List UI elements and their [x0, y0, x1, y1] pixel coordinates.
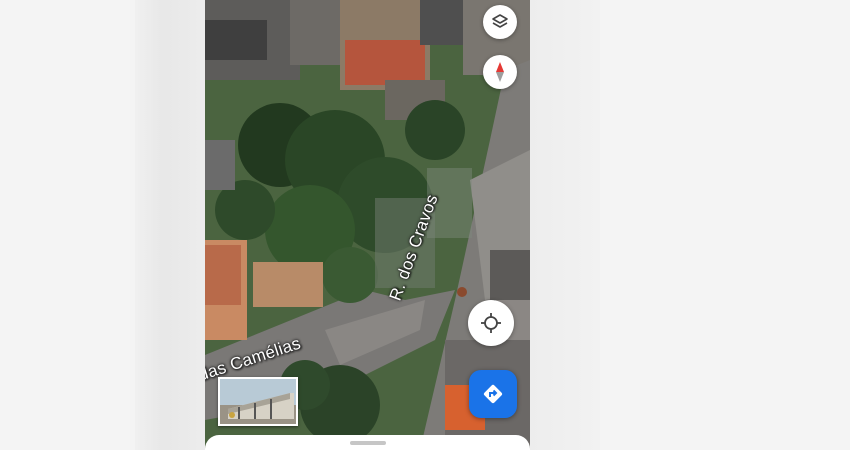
- directions-button[interactable]: [469, 370, 517, 418]
- layers-icon: [492, 14, 508, 28]
- compass-icon: [496, 62, 504, 82]
- background-blur-right: [530, 0, 600, 450]
- directions-icon: [483, 384, 503, 404]
- street-view-thumbnail[interactable]: [218, 377, 298, 426]
- bottom-sheet[interactable]: [205, 435, 530, 450]
- compass-button[interactable]: [483, 55, 517, 89]
- background-blur-left: [135, 0, 205, 450]
- street-view-image: [220, 379, 296, 424]
- layers-button[interactable]: [483, 5, 517, 39]
- crosshair-icon: [481, 313, 501, 333]
- satellite-map[interactable]: R. dos Cravos das Camélias: [205, 0, 530, 450]
- drag-handle[interactable]: [350, 441, 386, 445]
- my-location-button[interactable]: [468, 300, 514, 346]
